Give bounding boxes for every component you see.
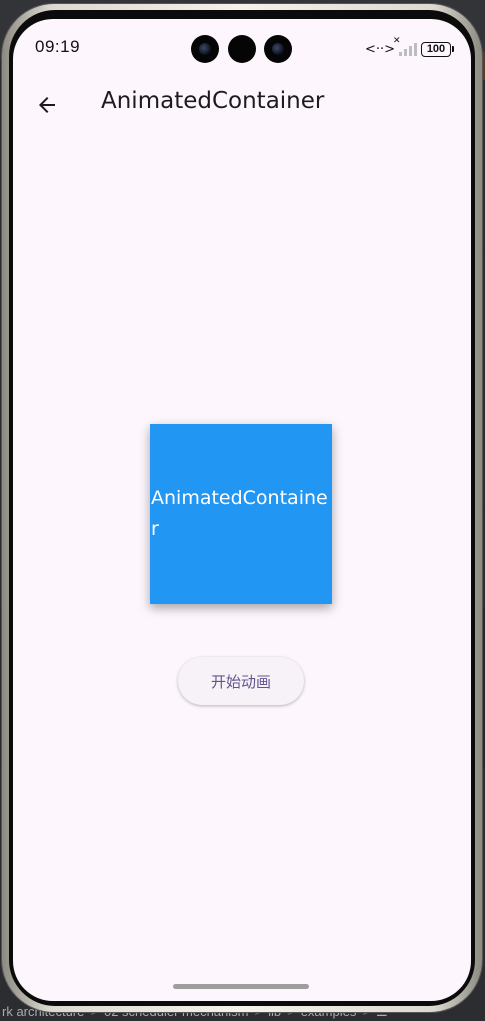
status-time: 09:19 [35,37,81,56]
status-icons: <··> ✕ 100 [364,36,454,59]
battery-icon: 100 [421,41,454,57]
page-title: AnimatedContainer [101,88,325,114]
camera-icon [228,35,256,63]
no-signal-icon: ✕ [393,36,401,46]
back-button[interactable] [31,89,63,121]
camera-icon [264,35,292,63]
signal-icon: ✕ [393,36,417,56]
phone-screen: 09:19 <··> ✕ 100 AnimatedContainer Anima… [13,19,471,1001]
animated-container: AnimatedContainer [150,424,332,604]
camera-icon [191,35,219,63]
animated-container-label: AnimatedContainer [151,487,328,540]
home-indicator[interactable] [173,984,309,989]
arrow-left-icon [39,97,55,113]
app-bar: AnimatedContainer [13,77,471,133]
status-bar: 09:19 <··> ✕ 100 [13,19,471,77]
network-transfer-icon: <··> [364,41,395,57]
start-animation-button[interactable]: 开始动画 [178,657,304,705]
